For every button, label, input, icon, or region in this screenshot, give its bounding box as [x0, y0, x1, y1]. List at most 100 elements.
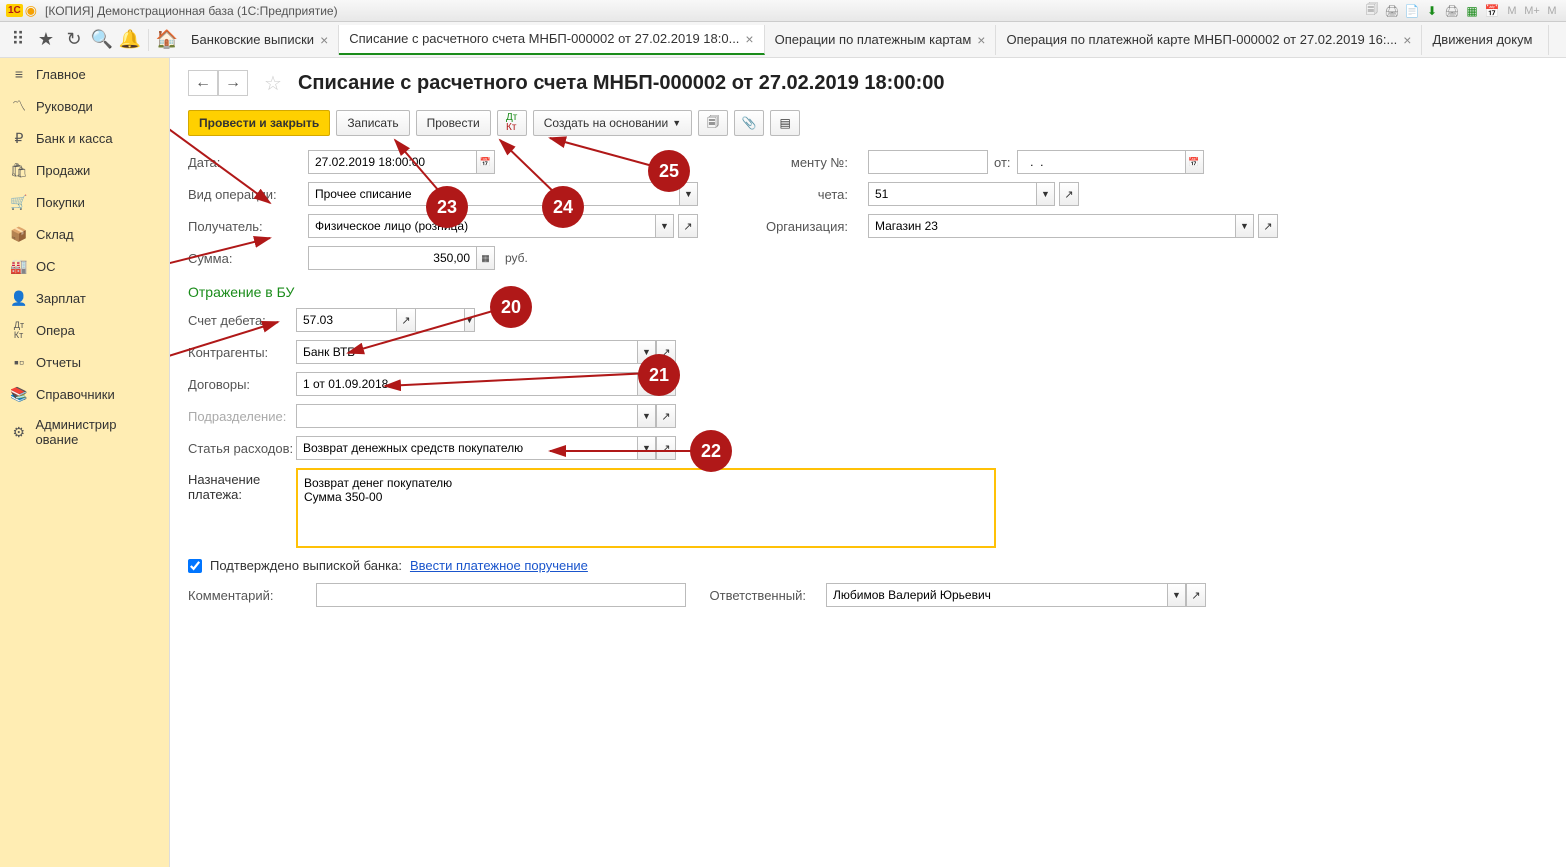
gear-icon: ⚙	[10, 423, 27, 441]
close-icon[interactable]: ×	[1403, 32, 1411, 48]
search-icon[interactable]: 📄	[1404, 3, 1420, 19]
sidebar-item-salary[interactable]: 👤Зарплат	[0, 282, 169, 314]
chevron-down-icon[interactable]: ▼	[465, 308, 475, 332]
back-button[interactable]: ←	[188, 70, 218, 96]
sum-input[interactable]	[308, 246, 477, 270]
related-button[interactable]: 🗐	[698, 110, 728, 136]
history-icon[interactable]: ↻	[60, 26, 88, 54]
post-close-button[interactable]: Провести и закрыть	[188, 110, 330, 136]
chevron-down-icon[interactable]: ▼	[638, 436, 656, 460]
mplus-icon[interactable]: M+	[1524, 3, 1540, 19]
tab-writeoff[interactable]: Списание с расчетного счета МНБП-000002 …	[339, 25, 764, 55]
save-button[interactable]: Записать	[336, 110, 409, 136]
printer-icon[interactable]: 🖨	[1444, 3, 1460, 19]
search-icon[interactable]: 🔍	[88, 26, 116, 54]
expense-input[interactable]	[296, 436, 638, 460]
calendar-picker-icon[interactable]: 📅	[1186, 150, 1204, 174]
expand-icon[interactable]: ↗	[656, 340, 676, 364]
barchart-icon: ▪▫	[10, 353, 28, 371]
confirmed-checkbox[interactable]	[188, 559, 202, 573]
responsible-input[interactable]	[826, 583, 1168, 607]
chevron-down-icon[interactable]: ▼	[638, 340, 656, 364]
download-icon[interactable]: ⬇	[1424, 3, 1440, 19]
m-icon[interactable]: M	[1504, 3, 1520, 19]
calendar-picker-icon[interactable]: 📅	[477, 150, 495, 174]
expand-icon[interactable]: ↗	[1186, 583, 1206, 607]
sidebar-item-operations[interactable]: ДтКтОпера	[0, 314, 169, 346]
menu-icon: ≡	[10, 65, 28, 83]
division-input[interactable]	[296, 404, 638, 428]
dtct-button[interactable]: ДтКт	[497, 110, 527, 136]
mlast-icon[interactable]: M	[1544, 3, 1560, 19]
bu-section-title: Отражение в БУ	[188, 284, 1548, 300]
post-button[interactable]: Провести	[416, 110, 491, 136]
chevron-down-icon[interactable]: ▼	[1168, 583, 1186, 607]
contract-input[interactable]	[296, 372, 638, 396]
expand-icon[interactable]: ↗	[396, 308, 416, 332]
create-based-button[interactable]: Создать на основании▼	[533, 110, 692, 136]
org-input[interactable]	[868, 214, 1236, 238]
sidebar-item-manager[interactable]: 〽Руководи	[0, 90, 169, 122]
chevron-down-icon[interactable]: ▼	[1236, 214, 1254, 238]
print-icon[interactable]: 🖨	[1384, 3, 1400, 19]
calendar2-icon[interactable]: 📅	[1484, 3, 1500, 19]
sidebar-label: Администрир ование	[35, 417, 159, 447]
purpose-textarea[interactable]	[296, 468, 996, 548]
operation-type-input[interactable]	[308, 182, 680, 206]
tab-movements[interactable]: Движения докум	[1422, 25, 1549, 55]
forward-button[interactable]: →	[218, 70, 248, 96]
recipient-input[interactable]	[308, 214, 656, 238]
account-input[interactable]	[868, 182, 1037, 206]
create-payment-link[interactable]: Ввести платежное поручение	[410, 558, 588, 573]
sidebar-item-bank[interactable]: ₽Банк и касса	[0, 122, 169, 154]
comment-input[interactable]	[316, 583, 686, 607]
expand-icon[interactable]: ↗	[656, 404, 676, 428]
contragent-input[interactable]	[296, 340, 638, 364]
sidebar-item-reports[interactable]: ▪▫Отчеты	[0, 346, 169, 378]
calculator-icon[interactable]: ▦	[477, 246, 495, 270]
chevron-down-icon[interactable]: ▼	[1037, 182, 1055, 206]
bell-icon[interactable]: 🔔	[116, 26, 144, 54]
close-icon[interactable]: ×	[977, 32, 985, 48]
tab-card-operations[interactable]: Операции по платежным картам×	[765, 25, 997, 55]
debit-input[interactable]	[296, 308, 465, 332]
calendar-icon[interactable]: ▦	[1464, 3, 1480, 19]
expand-icon[interactable]: ↗	[1059, 182, 1079, 206]
attach-button[interactable]: 📎	[734, 110, 764, 136]
expand-icon[interactable]: ↗	[656, 372, 676, 396]
chevron-down-icon[interactable]: ▼	[680, 182, 698, 206]
chevron-down-icon[interactable]: ▼	[638, 372, 656, 396]
expand-icon[interactable]: ↗	[678, 214, 698, 238]
expand-icon[interactable]: ↗	[1258, 214, 1278, 238]
chevron-down-icon[interactable]: ▼	[638, 404, 656, 428]
tab-card-op-detail[interactable]: Операция по платежной карте МНБП-000002 …	[996, 25, 1422, 55]
tool-icon[interactable]: 🗐	[1364, 3, 1380, 19]
list-button[interactable]: ▤	[770, 110, 800, 136]
date-input[interactable]	[308, 150, 477, 174]
contragent-label: Контрагенты:	[188, 345, 296, 360]
apps-icon[interactable]: ⠿	[4, 26, 32, 54]
tab-bank-statements[interactable]: Банковские выписки×	[181, 25, 339, 55]
sidebar-item-os[interactable]: 🏭ОС	[0, 250, 169, 282]
expand-icon[interactable]: ↗	[656, 436, 676, 460]
sidebar-item-directories[interactable]: 📚Справочники	[0, 378, 169, 410]
close-icon[interactable]: ×	[745, 31, 753, 47]
sidebar-item-stock[interactable]: 📦Склад	[0, 218, 169, 250]
date-label: Дата:	[188, 155, 288, 170]
sidebar-item-sales[interactable]: 🛍Продажи	[0, 154, 169, 186]
window-tools: 🗐 🖨 📄 ⬇ 🖨 ▦ 📅 M M+ M	[1364, 3, 1560, 19]
close-icon[interactable]: ×	[320, 32, 328, 48]
nav-row: ⠿ ★ ↻ 🔍 🔔 🏠 Банковские выписки× Списание…	[0, 22, 1566, 58]
sidebar-item-purchases[interactable]: 🛒Покупки	[0, 186, 169, 218]
purpose-label: Назначение платежа:	[188, 468, 296, 502]
docnum-input[interactable]	[868, 150, 988, 174]
home-icon[interactable]: 🏠	[153, 26, 181, 54]
favorite-button[interactable]: ☆	[264, 71, 282, 96]
chevron-down-icon[interactable]: ▼	[656, 214, 674, 238]
sidebar-label: Справочники	[36, 387, 115, 402]
docnum-date-input[interactable]	[1017, 150, 1186, 174]
star-icon[interactable]: ★	[32, 26, 60, 54]
sidebar-item-main[interactable]: ≡Главное	[0, 58, 169, 90]
expense-label: Статья расходов:	[188, 441, 296, 456]
sidebar-item-admin[interactable]: ⚙ Администрир ование	[0, 410, 169, 454]
